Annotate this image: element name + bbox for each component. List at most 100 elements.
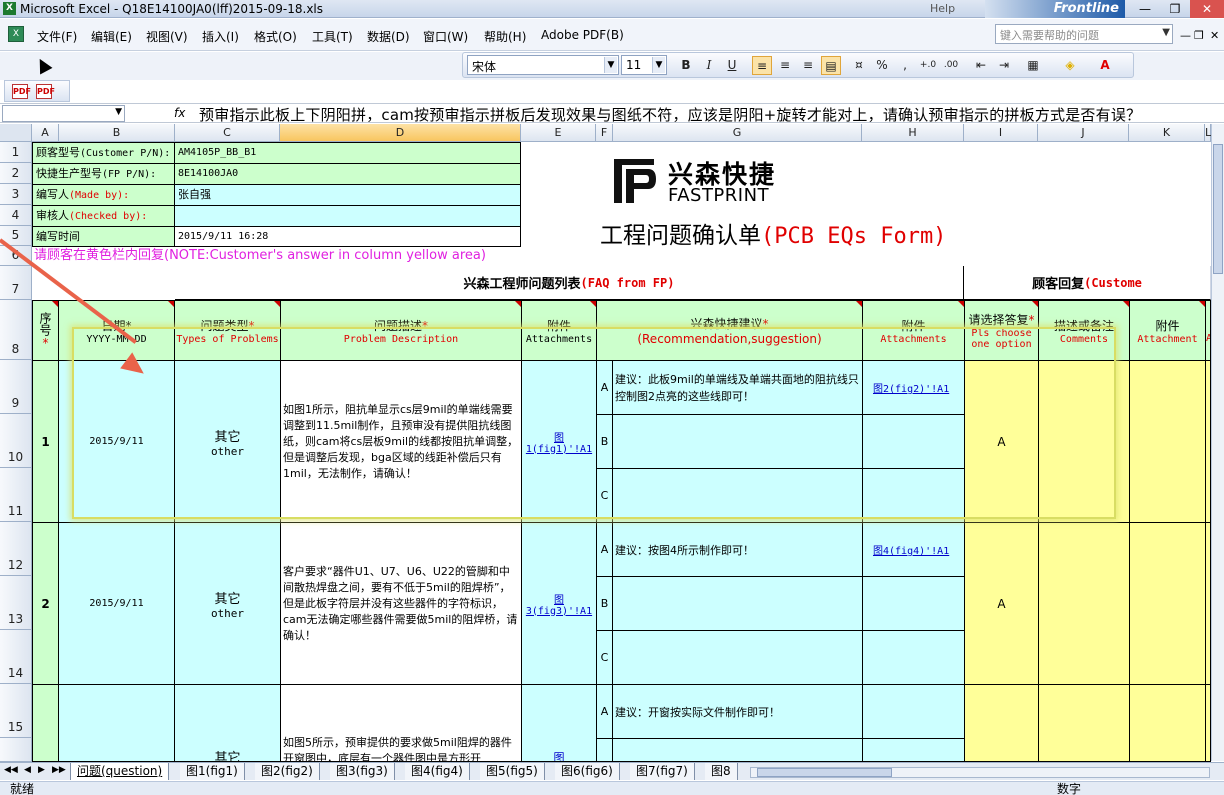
chevron-down-icon[interactable]: ▼ <box>115 107 122 117</box>
issue-3-description[interactable]: 如图5所示，预审提供的要求做5mil阻焊的器件开窗图中，底层有一个器件图中是方形… <box>280 684 522 762</box>
merge-center-icon[interactable]: ▤ <box>821 56 841 75</box>
column-header-a[interactable]: A <box>32 124 59 142</box>
align-center-icon[interactable]: ≡ <box>775 56 795 75</box>
formula-input[interactable]: 预审指示此板上下阴阳拼，cam按预审指示拼板后发现效果与图纸不符，应该是阴阳+旋… <box>199 104 1141 125</box>
increase-indent-icon[interactable]: ⇥ <box>994 56 1014 75</box>
tab-fig7[interactable]: 图7(fig7) <box>630 763 695 780</box>
issue-1-type[interactable]: 其它 other <box>174 360 281 523</box>
tab-fig5[interactable]: 图5(fig5) <box>480 763 545 780</box>
decrease-indent-icon[interactable]: ⇤ <box>971 56 991 75</box>
font-name-select[interactable]: 宋体 ▼ <box>467 55 619 75</box>
column-header-e[interactable]: E <box>521 124 596 142</box>
issue-3-option-a-text[interactable]: 建议：开窗按实际文件制作即可！ <box>612 684 863 739</box>
row-header-10[interactable]: 10 <box>0 414 32 468</box>
issue-2-option-c-text[interactable] <box>612 630 863 685</box>
vertical-scrollbar[interactable] <box>1211 124 1224 761</box>
select-all-corner[interactable] <box>0 124 32 142</box>
issue-3-date[interactable] <box>58 684 175 762</box>
last-sheet-icon[interactable]: ▶▶ <box>52 765 66 775</box>
issue-1-option-c-attachment[interactable] <box>862 468 965 523</box>
row-header-9[interactable]: 9 <box>0 360 32 414</box>
issue-1-seq[interactable]: 1 <box>32 360 59 523</box>
row-header-14[interactable]: 14 <box>0 630 32 684</box>
issue-2-answer[interactable]: A <box>964 522 1039 685</box>
horizontal-scrollbar[interactable] <box>750 767 1210 778</box>
issue-1-option-b-text[interactable] <box>612 414 863 469</box>
currency-icon[interactable]: ¤ <box>849 56 869 75</box>
menu-edit[interactable]: 编辑(E) <box>91 28 132 45</box>
prev-sheet-icon[interactable]: ◀ <box>24 765 31 775</box>
row-header-1[interactable]: 1 <box>0 142 32 163</box>
vertical-scroll-thumb[interactable] <box>1213 144 1223 274</box>
fp-pn-value[interactable]: 8E14100JA0 <box>174 163 521 185</box>
issue-2-attachment-link[interactable]: 图3(fig3)'!A1 <box>521 522 597 685</box>
issue-2-seq[interactable]: 2 <box>32 522 59 685</box>
tab-fig1[interactable]: 图1(fig1) <box>180 763 245 780</box>
issue-1-option-b-attachment[interactable] <box>862 414 965 469</box>
menu-format[interactable]: 格式(O) <box>254 28 297 45</box>
bold-button[interactable]: B <box>676 56 696 75</box>
column-header-g[interactable]: G <box>613 124 862 142</box>
row-header-16[interactable] <box>0 738 32 762</box>
doc-close-icon[interactable]: ✕ <box>1210 29 1219 42</box>
row-header-15[interactable]: 15 <box>0 684 32 738</box>
column-header-j[interactable]: J <box>1038 124 1129 142</box>
issue-2-type[interactable]: 其它 other <box>174 522 281 685</box>
tab-fig6[interactable]: 图6(fig6) <box>555 763 620 780</box>
row-header-7[interactable]: 7 <box>0 266 32 300</box>
align-right-icon[interactable]: ≡ <box>798 56 818 75</box>
issue-3-type[interactable]: 其它 <box>174 684 281 762</box>
comma-button[interactable]: , <box>895 56 915 75</box>
italic-button[interactable]: I <box>699 56 719 75</box>
issue-1-customer-attachment[interactable] <box>1129 360 1206 523</box>
borders-icon[interactable]: ▦ <box>1023 56 1043 75</box>
issue-1-option-a-text[interactable]: 建议：此板9mil的单端线及单端共面地的阻抗线只控制图2点亮的这些线即可！ <box>612 360 863 415</box>
excel-app-icon[interactable]: X <box>3 2 16 15</box>
column-header-i[interactable]: I <box>964 124 1038 142</box>
row-header-3[interactable]: 3 <box>0 184 32 205</box>
horizontal-scroll-thumb[interactable] <box>757 768 892 777</box>
menu-adobe-pdf[interactable]: Adobe PDF(B) <box>541 28 624 42</box>
fill-color-icon[interactable]: ◈ <box>1060 56 1080 75</box>
menu-tools[interactable]: 工具(T) <box>312 28 353 45</box>
ask-question-box[interactable]: 键入需要帮助的问题 ▼ <box>995 24 1173 44</box>
close-icon[interactable]: ✕ <box>1190 0 1224 18</box>
menu-file[interactable]: 文件(F) <box>37 28 77 45</box>
issue-2-date[interactable]: 2015/9/11 <box>58 522 175 685</box>
row-header-2[interactable]: 2 <box>0 163 32 184</box>
issue-1-date[interactable]: 2015/9/11 <box>58 360 175 523</box>
font-color-icon[interactable]: A <box>1095 56 1115 75</box>
underline-button[interactable]: U <box>722 56 742 75</box>
issue-1-attachment-link[interactable]: 图1(fig1)'!A1 <box>521 360 597 523</box>
name-box[interactable]: ▼ <box>2 105 125 122</box>
menu-view[interactable]: 视图(V) <box>146 28 188 45</box>
workbook-icon[interactable]: X <box>8 26 24 42</box>
first-sheet-icon[interactable]: ◀◀ <box>4 765 18 775</box>
issue-2-option-b-attachment[interactable] <box>862 576 965 631</box>
issue-2-option-c-attachment[interactable] <box>862 630 965 685</box>
increase-decimal-icon[interactable]: +.0 <box>918 56 938 75</box>
menu-insert[interactable]: 插入(I) <box>202 28 239 45</box>
chevron-down-icon[interactable]: ▼ <box>652 57 665 73</box>
row-header-12[interactable]: 12 <box>0 522 32 576</box>
align-left-icon[interactable]: ≡ <box>752 56 772 75</box>
pdf-attach-icon[interactable]: PDF <box>36 84 55 99</box>
decrease-decimal-icon[interactable]: .00 <box>941 56 961 75</box>
row-header-11[interactable]: 11 <box>0 468 32 522</box>
issue-1-description[interactable]: 如图1所示，阻抗单显示cs层9mil的单端线需要调整到11.5mil制作，且预审… <box>280 360 522 523</box>
date-written-value[interactable]: 2015/9/11 16:28 <box>174 226 521 247</box>
issue-1-option-a-attachment[interactable]: 图2(fig2)'!A1 <box>862 360 965 415</box>
column-header-f[interactable]: F <box>596 124 613 142</box>
issue-2-customer-attachment[interactable] <box>1129 522 1206 685</box>
font-size-select[interactable]: 11 ▼ <box>621 55 667 75</box>
maximize-icon[interactable]: ❐ <box>1160 0 1190 18</box>
issue-3-option-b-attachment[interactable] <box>862 738 965 762</box>
tab-fig2[interactable]: 图2(fig2) <box>255 763 320 780</box>
column-header-h[interactable]: H <box>862 124 964 142</box>
percent-button[interactable]: % <box>872 56 892 75</box>
row-header-4[interactable]: 4 <box>0 205 32 226</box>
column-header-b[interactable]: B <box>59 124 175 142</box>
doc-restore-icon[interactable]: ❐ <box>1194 29 1204 42</box>
issue-1-answer[interactable]: A <box>964 360 1039 523</box>
customer-pn-value[interactable]: AM4105P_BB_B1 <box>174 142 521 164</box>
